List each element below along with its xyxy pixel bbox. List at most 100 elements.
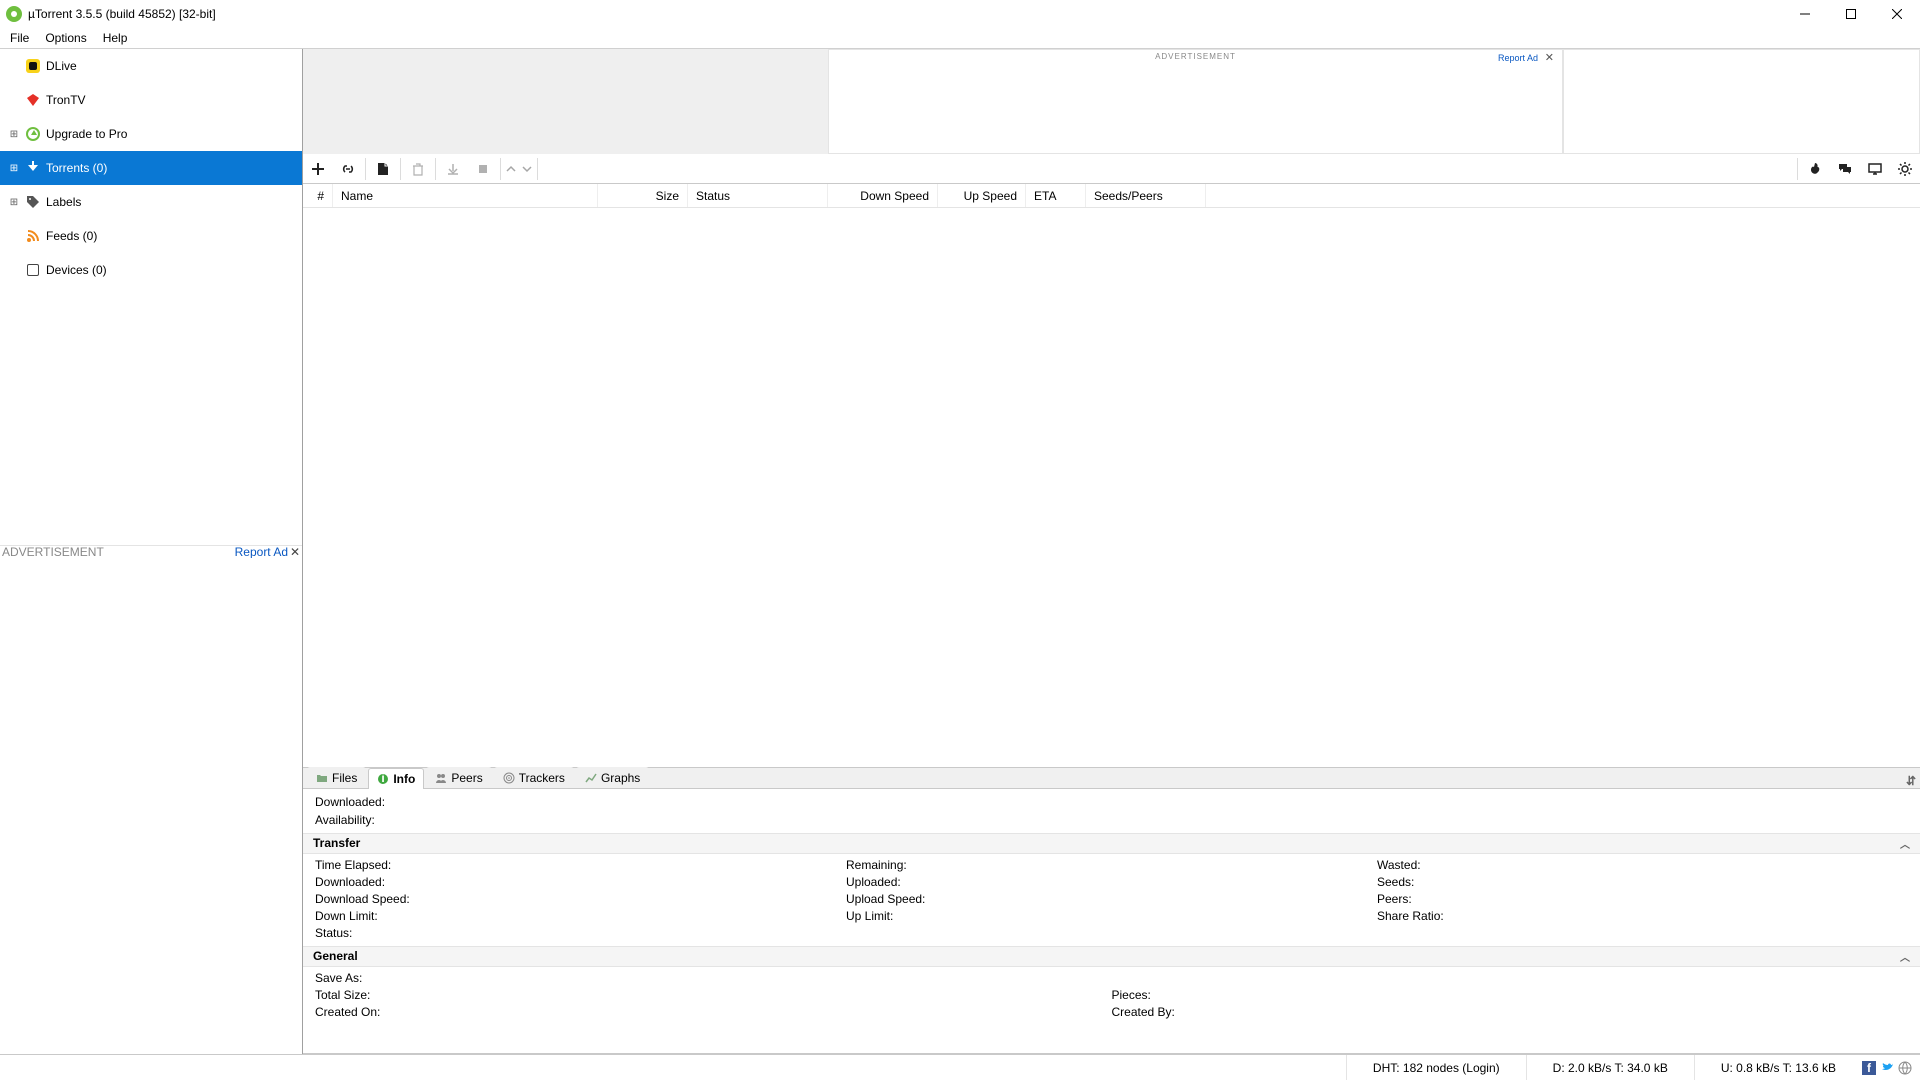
col-name[interactable]: Name	[333, 184, 598, 207]
col-eta[interactable]: ETA	[1026, 184, 1086, 207]
sidebar-ad-report[interactable]: Report Ad	[235, 545, 288, 559]
files-icon	[316, 772, 328, 784]
remote-button[interactable]	[1860, 154, 1890, 184]
sidebar-item-labels[interactable]: ⊞ Labels	[0, 185, 302, 219]
web-icon[interactable]	[1898, 1061, 1912, 1075]
sidebar-item-label: Feeds (0)	[46, 229, 97, 243]
maximize-button[interactable]	[1828, 0, 1874, 28]
window-title: µTorrent 3.5.5 (build 45852) [32-bit]	[28, 7, 216, 21]
top-ad-report[interactable]: Report Ad	[1498, 53, 1538, 63]
sidebar-item-feeds[interactable]: Feeds (0)	[0, 219, 302, 253]
detail-expand-button[interactable]: ⇵	[1902, 774, 1920, 788]
status-down[interactable]: D: 2.0 kB/s T: 34.0 kB	[1526, 1055, 1694, 1080]
chevron-up-icon: ︿	[1900, 949, 1910, 964]
preferences-button[interactable]	[1890, 154, 1920, 184]
kv-created-on: Created On:	[315, 1005, 1112, 1019]
feeds-icon	[24, 227, 42, 245]
kv-seeds: Seeds:	[1377, 875, 1908, 889]
devices-icon	[24, 261, 42, 279]
dlive-icon	[24, 57, 42, 75]
col-number[interactable]: #	[303, 184, 333, 207]
sidebar-item-dlive[interactable]: DLive	[0, 49, 302, 83]
kv-pieces: Pieces:	[1112, 988, 1909, 1002]
trontv-icon	[24, 91, 42, 109]
kv-remaining: Remaining:	[846, 858, 1377, 872]
col-down-speed[interactable]: Down Speed	[828, 184, 938, 207]
torrents-icon	[24, 159, 42, 177]
kv-downloaded: Downloaded:	[315, 875, 846, 889]
kv-share-ratio: Share Ratio:	[1377, 909, 1908, 923]
detail-downloaded: Downloaded:	[315, 795, 1908, 809]
toolbar	[303, 154, 1920, 184]
kv-save-as: Save As:	[315, 971, 1908, 985]
detail-availability: Availability:	[315, 813, 1908, 827]
create-torrent-button[interactable]	[368, 154, 398, 184]
upgrade-icon	[24, 125, 42, 143]
detail-tabs: Files i Info Peers Trackers Graphs ⇵	[303, 767, 1920, 789]
menubar: File Options Help	[0, 28, 1920, 49]
menu-file[interactable]: File	[2, 29, 37, 47]
status-dht[interactable]: DHT: 182 nodes (Login)	[1346, 1055, 1526, 1080]
kv-wasted: Wasted:	[1377, 858, 1908, 872]
tab-graphs[interactable]: Graphs	[576, 767, 649, 788]
col-seeds-peers[interactable]: Seeds/Peers	[1086, 184, 1206, 207]
kv-time-elapsed: Time Elapsed:	[315, 858, 846, 872]
tab-files[interactable]: Files	[307, 767, 366, 788]
sidebar-item-label: TronTV	[46, 93, 86, 107]
add-url-button[interactable]	[333, 154, 363, 184]
kv-status: Status:	[315, 926, 846, 940]
torrent-list[interactable]	[303, 208, 1920, 767]
col-status[interactable]: Status	[688, 184, 828, 207]
kv-created-by: Created By:	[1112, 1005, 1909, 1019]
menu-options[interactable]: Options	[37, 29, 94, 47]
add-torrent-button[interactable]	[303, 154, 333, 184]
app-logo-icon	[6, 6, 22, 22]
tab-peers[interactable]: Peers	[426, 767, 491, 788]
sidebar-item-trontv[interactable]: TronTV	[0, 83, 302, 117]
expand-icon[interactable]: ⊞	[8, 129, 20, 140]
kv-uploaded: Uploaded:	[846, 875, 1377, 889]
top-ad-right	[1563, 49, 1920, 154]
sidebar-item-label: Torrents (0)	[46, 161, 107, 175]
kv-up-limit: Up Limit:	[846, 909, 1377, 923]
facebook-icon[interactable]: f	[1862, 1061, 1876, 1075]
col-up-speed[interactable]: Up Speed	[938, 184, 1026, 207]
graphs-icon	[585, 772, 597, 784]
sidebar-item-upgrade[interactable]: ⊞ Upgrade to Pro	[0, 117, 302, 151]
status-up[interactable]: U: 0.8 kB/s T: 13.6 kB	[1694, 1055, 1862, 1080]
chat-button[interactable]	[1830, 154, 1860, 184]
ad-label: ADVERTISEMENT	[2, 545, 104, 559]
peers-icon	[435, 772, 447, 784]
tab-info[interactable]: i Info	[368, 768, 424, 789]
expand-icon[interactable]: ⊞	[8, 197, 20, 208]
general-section-header[interactable]: General ︿	[303, 946, 1920, 967]
tab-trackers[interactable]: Trackers	[494, 767, 574, 788]
unlock-bundle-button[interactable]	[1800, 154, 1830, 184]
sidebar-item-devices[interactable]: Devices (0)	[0, 253, 302, 287]
statusbar: DHT: 182 nodes (Login) D: 2.0 kB/s T: 34…	[0, 1054, 1920, 1080]
start-button[interactable]	[438, 154, 468, 184]
top-ad: ADVERTISEMENT Report Ad ✕	[303, 49, 1920, 154]
titlebar: µTorrent 3.5.5 (build 45852) [32-bit]	[0, 0, 1920, 28]
remove-button[interactable]	[403, 154, 433, 184]
top-ad-close[interactable]: ✕	[1545, 51, 1554, 64]
move-down-button[interactable]	[519, 157, 535, 181]
menu-help[interactable]: Help	[95, 29, 136, 47]
svg-text:i: i	[382, 773, 385, 785]
stop-button[interactable]	[468, 154, 498, 184]
sidebar-item-label: Upgrade to Pro	[46, 127, 127, 141]
sidebar-ad-close[interactable]: ✕	[290, 545, 300, 559]
sidebar-ad-header: ADVERTISEMENT Report Ad ✕	[0, 545, 302, 558]
col-size[interactable]: Size	[598, 184, 688, 207]
detail-panel: Downloaded: Availability: Transfer ︿ Tim…	[303, 789, 1920, 1054]
ad-label: ADVERTISEMENT	[1155, 52, 1236, 61]
move-up-button[interactable]	[503, 157, 519, 181]
sidebar: DLive TronTV ⊞ Upgrade to Pro ⊞ Torrents…	[0, 49, 303, 1054]
twitter-icon[interactable]	[1880, 1061, 1894, 1075]
sidebar-item-torrents[interactable]: ⊞ Torrents (0)	[0, 151, 302, 185]
sidebar-item-label: Devices (0)	[46, 263, 107, 277]
close-button[interactable]	[1874, 0, 1920, 28]
transfer-section-header[interactable]: Transfer ︿	[303, 833, 1920, 854]
expand-icon[interactable]: ⊞	[8, 163, 20, 174]
minimize-button[interactable]	[1782, 0, 1828, 28]
